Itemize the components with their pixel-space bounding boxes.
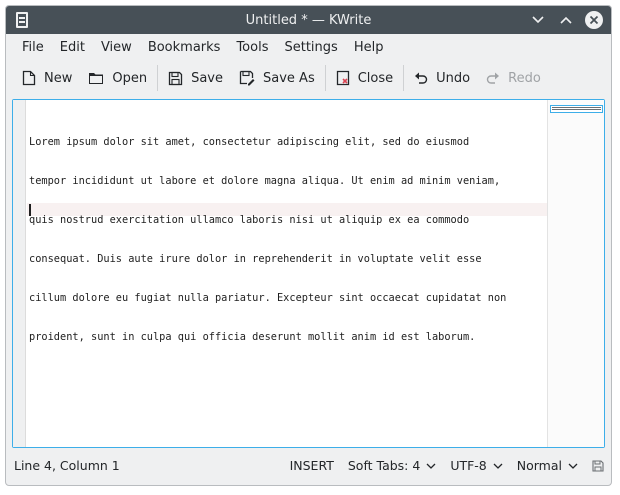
chevron-up-icon [560, 16, 572, 24]
minimize-button[interactable] [529, 11, 547, 29]
menu-view[interactable]: View [93, 40, 140, 55]
chevron-down-icon [493, 463, 503, 469]
indentation-label: Soft Tabs: 4 [347, 458, 421, 473]
window-title: Untitled * — KWrite [245, 12, 372, 28]
redo-button[interactable]: Redo [478, 63, 549, 93]
close-document-button[interactable]: Close [328, 63, 401, 93]
toolbar-separator [324, 65, 326, 91]
input-mode-label: INSERT [289, 458, 334, 473]
menu-file[interactable]: File [14, 40, 52, 55]
close-icon [589, 15, 599, 25]
status-bar: Line 4, Column 1 INSERT Soft Tabs: 4 UTF… [6, 446, 611, 485]
maximize-button[interactable] [557, 11, 575, 29]
text-line: tempor incididunt ut labore et dolore ma… [29, 175, 501, 187]
open-label: Open [112, 70, 148, 86]
kwrite-icon[interactable] [16, 12, 28, 28]
text-editor[interactable]: Lorem ipsum dolor sit amet, consectetur … [12, 99, 605, 448]
title-bar[interactable]: Untitled * — KWrite [6, 6, 611, 34]
input-mode[interactable]: INSERT [283, 458, 341, 473]
menu-bookmarks[interactable]: Bookmarks [140, 40, 229, 55]
menu-bar: File Edit View Bookmarks Tools Settings … [6, 34, 611, 60]
text-line: proident, sunt in culpa qui officia dese… [29, 331, 476, 343]
close-label: Close [357, 70, 394, 86]
menu-edit[interactable]: Edit [52, 40, 93, 55]
document-text[interactable]: Lorem ipsum dolor sit amet, consectetur … [29, 110, 554, 422]
save-as-icon [239, 70, 255, 86]
minimap-preview [552, 107, 601, 110]
text-line: consequat. Duis aute irure dolor in repr… [29, 253, 482, 265]
undo-button[interactable]: Undo [406, 63, 478, 93]
save-button[interactable]: Save [160, 63, 231, 93]
close-document-icon [336, 70, 349, 86]
kwrite-window: Untitled * — KWrite File Edit View Bookm… [5, 5, 612, 486]
save-label: Save [191, 70, 224, 86]
toolbar-separator [157, 65, 159, 91]
minimap-scrollbar[interactable] [547, 100, 604, 447]
redo-label: Redo [508, 70, 541, 86]
icon-border[interactable] [13, 100, 26, 447]
menu-help[interactable]: Help [346, 40, 392, 55]
text-line: cillum dolore eu fugiat nulla pariatur. … [29, 292, 507, 304]
text-line: quis nostrud exercitation ullamco labori… [29, 214, 470, 226]
redo-icon [486, 72, 500, 84]
encoding-selector[interactable]: UTF-8 [443, 458, 509, 473]
save-as-button[interactable]: Save As [231, 63, 323, 93]
new-label: New [44, 70, 73, 86]
save-status-button[interactable] [585, 459, 611, 472]
toolbar-separator [403, 65, 405, 91]
undo-label: Undo [436, 70, 471, 86]
save-icon [168, 71, 183, 85]
highlight-mode-label: Normal [516, 458, 562, 473]
menu-settings[interactable]: Settings [276, 40, 345, 55]
save-as-label: Save As [263, 70, 315, 86]
undo-icon [415, 72, 428, 84]
encoding-label: UTF-8 [450, 458, 487, 473]
open-button[interactable]: Open [80, 63, 155, 93]
chevron-down-icon [532, 16, 544, 24]
new-button[interactable]: New [14, 63, 80, 93]
save-status-icon [592, 459, 604, 472]
text-cursor [29, 204, 31, 216]
close-window-button[interactable] [585, 11, 603, 29]
main-toolbar: New Open Save Save As Close Undo Redo [6, 60, 611, 96]
window-controls [529, 6, 603, 34]
text-line: Lorem ipsum dolor sit amet, consectetur … [29, 136, 470, 148]
cursor-position[interactable]: Line 4, Column 1 [14, 458, 283, 473]
chevron-down-icon [426, 463, 436, 469]
highlight-mode-selector[interactable]: Normal [510, 458, 585, 473]
new-document-icon [22, 70, 36, 86]
menu-tools[interactable]: Tools [228, 40, 276, 55]
indentation-selector[interactable]: Soft Tabs: 4 [341, 458, 443, 473]
folder-open-icon [89, 73, 104, 84]
chevron-down-icon [568, 463, 578, 469]
